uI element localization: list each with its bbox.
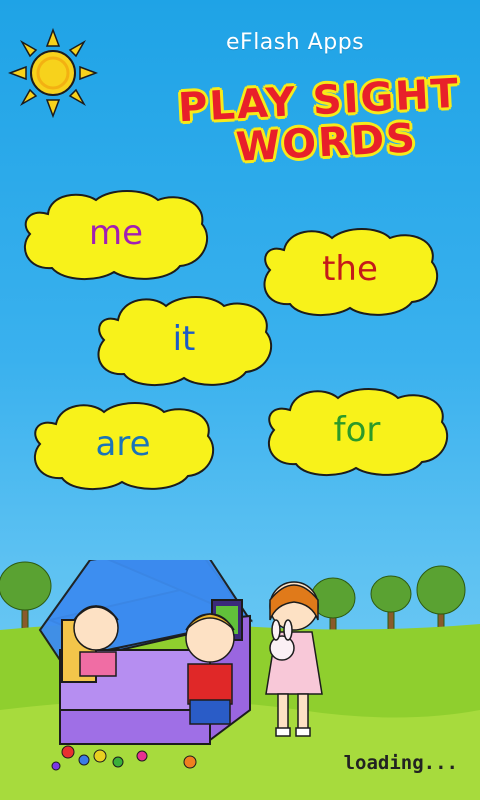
- word-label: me: [88, 213, 144, 253]
- word-label: are: [95, 424, 151, 464]
- word-cloud-the[interactable]: the: [258, 224, 442, 318]
- word-cloud-it[interactable]: it: [92, 292, 276, 390]
- word-label: for: [333, 410, 381, 450]
- boy-icon: [185, 613, 235, 725]
- girl-in-window-icon: [73, 605, 119, 677]
- loading-indicator: loading...: [343, 752, 458, 774]
- word-label: the: [322, 249, 378, 289]
- app-title-line2: WORDS: [234, 115, 419, 171]
- word-cloud-are[interactable]: are: [28, 398, 218, 494]
- word-cloud-me[interactable]: me: [18, 186, 214, 284]
- sun-icon: [8, 28, 98, 118]
- word-cloud-for[interactable]: for: [262, 384, 452, 480]
- brand-name: eFlash Apps: [226, 30, 365, 55]
- word-label: it: [172, 319, 196, 359]
